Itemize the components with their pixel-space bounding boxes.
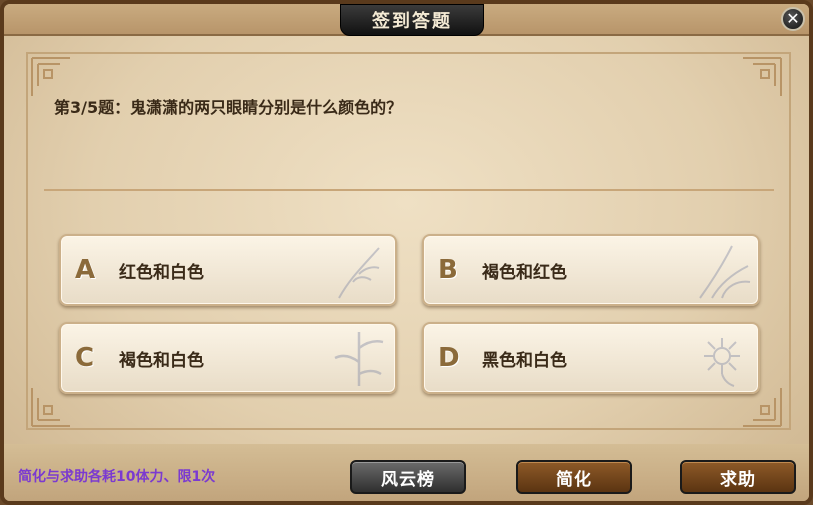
- divider: [44, 189, 774, 191]
- option-d-button[interactable]: D 黑色和白色: [422, 322, 760, 394]
- dialog-title: 签到答题: [372, 11, 452, 32]
- option-letter: B: [438, 255, 458, 285]
- option-label: 褐色和白色: [119, 350, 204, 371]
- option-a-button[interactable]: A 红色和白色: [59, 234, 397, 306]
- close-button[interactable]: ✕: [781, 7, 805, 31]
- simplify-button-label: 简化: [556, 469, 592, 490]
- simplify-button[interactable]: 简化: [516, 460, 632, 494]
- option-label: 褐色和红色: [482, 262, 567, 283]
- help-button[interactable]: 求助: [680, 460, 796, 494]
- flower-decoration-icon: [338, 247, 380, 299]
- option-letter: C: [75, 343, 95, 373]
- option-letter: D: [438, 343, 460, 373]
- title-plate: 签到答题: [340, 4, 484, 36]
- help-button-label: 求助: [720, 469, 756, 490]
- bamboo-decoration-icon: [334, 332, 384, 386]
- orchid-decoration-icon: [699, 245, 751, 299]
- option-label: 红色和白色: [119, 262, 204, 283]
- close-icon: ✕: [786, 9, 800, 28]
- quiz-dialog: 签到答题 ✕ 第3/5题：鬼潇潇的两只眼睛分别是什么颜色的？ A 红色和白色 B…: [0, 0, 813, 505]
- option-letter: A: [75, 255, 96, 285]
- ranking-button[interactable]: 风云榜: [350, 460, 466, 494]
- ranking-button-label: 风云榜: [381, 469, 435, 490]
- chrysanthemum-decoration-icon: [704, 338, 740, 387]
- question-text: 第3/5题：鬼潇潇的两只眼睛分别是什么颜色的？: [54, 98, 403, 117]
- option-b-button[interactable]: B 褐色和红色: [422, 234, 760, 306]
- option-c-button[interactable]: C 褐色和白色: [59, 322, 397, 394]
- cost-note: 简化与求助各耗10体力、限1次: [18, 469, 216, 485]
- option-label: 黑色和白色: [482, 350, 567, 371]
- corner-ornament-icon: [743, 57, 782, 96]
